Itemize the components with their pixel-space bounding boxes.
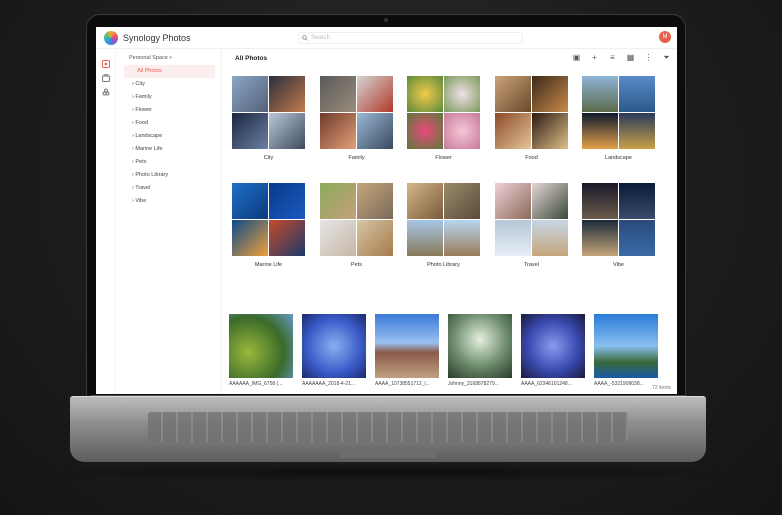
photo-caption: Johnny_3168878279... — [448, 381, 499, 387]
album-name: Photo Library — [427, 262, 460, 268]
keyboard — [148, 412, 628, 442]
album-name: City — [263, 155, 274, 161]
sidebar-item-family[interactable]: › Family — [116, 91, 221, 104]
album-thumbnail — [495, 76, 568, 149]
sidebar: Personal Space ▾ All Photos › City › Fam… — [116, 49, 222, 394]
album-name: Family — [348, 155, 365, 161]
album-name: Travel — [523, 262, 540, 268]
photos-icon[interactable] — [101, 55, 110, 68]
album-card-city[interactable]: City — [232, 76, 305, 161]
sidebar-item-label: Family — [135, 94, 152, 100]
album-name: Vibe — [613, 262, 624, 268]
album-card-family[interactable]: Family — [320, 76, 393, 161]
sidebar-item-all-photos[interactable]: All Photos — [124, 65, 215, 78]
photo-item[interactable]: AAAA_10738551712_l... — [375, 314, 439, 387]
photo-caption: AAAAAA_IMG_6758 (... — [229, 381, 283, 387]
calendar-icon[interactable]: ▦ — [626, 53, 635, 62]
photo-caption: AAAA_-5321909038... — [594, 381, 644, 387]
sidebar-item-vibe[interactable]: › Vibe — [116, 195, 221, 208]
photo-thumbnail — [375, 314, 439, 378]
filter-icon[interactable]: ⏷ — [662, 53, 671, 62]
album-card-photo-library[interactable]: Photo Library — [407, 183, 480, 268]
webcam — [384, 18, 388, 22]
album-card-food[interactable]: Food — [495, 76, 568, 161]
synology-photos-logo — [104, 30, 118, 45]
album-thumbnail — [582, 76, 655, 149]
photo-item[interactable]: AAAA_-5321909038... — [594, 314, 658, 387]
album-name: Pets — [350, 262, 362, 268]
sidebar-item-flower[interactable]: › Flower — [116, 104, 221, 117]
photo-caption: AAAA_62346101248... — [521, 381, 572, 387]
album-card-landscape[interactable]: Landscape — [582, 76, 655, 161]
sidebar-item-city[interactable]: › City — [116, 78, 221, 91]
search-icon — [302, 34, 308, 41]
app-title: Synology Photos — [123, 32, 191, 43]
space-selector[interactable]: Personal Space ▾ — [129, 55, 221, 65]
laptop-shadow — [40, 462, 740, 482]
album-thumbnail — [407, 183, 480, 256]
sidebar-item-label: Travel — [135, 185, 151, 191]
album-name: Landscape — [605, 155, 632, 161]
more-icon[interactable]: ⋮ — [644, 53, 653, 62]
album-thumbnail — [582, 183, 655, 256]
app-window: Synology Photos Search M Personal Space … — [96, 27, 677, 394]
photo-caption: AAAA_10738551712_l... — [375, 381, 430, 387]
people-icon[interactable] — [102, 83, 110, 96]
sidebar-item-label: Photo Library — [135, 172, 169, 178]
photo-thumbnail — [302, 314, 366, 378]
photo-item[interactable]: Johnny_3168878279... — [448, 314, 512, 387]
album-card-marine-life[interactable]: Marine Life — [232, 183, 305, 268]
add-icon[interactable]: + — [590, 53, 599, 62]
sidebar-item-label: Landscape — [135, 133, 163, 139]
space-label: Personal Space — [129, 55, 168, 61]
page-title: All Photos — [235, 55, 268, 62]
album-thumbnail — [495, 183, 568, 256]
album-card-vibe[interactable]: Vibe — [582, 183, 655, 268]
photo-item[interactable]: AAAAAA_IMG_6758 (... — [229, 314, 293, 387]
search-input[interactable]: Search — [298, 31, 523, 44]
toolbar: ▣ + ≡ ▦ ⋮ ⏷ — [572, 53, 671, 63]
album-name: Marine Life — [254, 262, 283, 268]
photo-thumbnail — [229, 314, 293, 378]
trackpad-notch — [340, 452, 436, 458]
sidebar-item-travel[interactable]: › Travel — [116, 182, 221, 195]
album-card-pets[interactable]: Pets — [320, 183, 393, 268]
sidebar-item-food[interactable]: › Food — [116, 117, 221, 130]
album-thumbnail — [407, 76, 480, 149]
sidebar-item-label: Vibe — [135, 198, 147, 204]
album-card-travel[interactable]: Travel — [495, 183, 568, 268]
slideshow-icon[interactable]: ▣ — [572, 53, 581, 62]
sidebar-item-marine-life[interactable]: › Marine Life — [116, 143, 221, 156]
sidebar-item-label: Food — [135, 120, 148, 126]
sidebar-item-label: Pets — [135, 159, 147, 165]
sidebar-item-label: Flower — [135, 107, 152, 113]
sidebar-item-photo-library[interactable]: › Photo Library — [116, 169, 221, 182]
album-thumbnail — [320, 76, 393, 149]
photo-caption: AAAAAAA_2018-4-21... — [302, 381, 356, 387]
photo-thumbnail — [594, 314, 658, 378]
sort-icon[interactable]: ≡ — [608, 53, 617, 62]
main-content: All Photos ▣ + ≡ ▦ ⋮ ⏷ City Family Flowe… — [229, 49, 677, 394]
album-name: Food — [525, 155, 538, 161]
photo-item[interactable]: AAAA_62346101248... — [521, 314, 585, 387]
album-thumbnail — [232, 76, 305, 149]
search-placeholder: Search — [311, 34, 331, 41]
sidebar-item-pets[interactable]: › Pets — [116, 156, 221, 169]
albums-icon[interactable] — [101, 69, 110, 82]
photo-thumbnail — [448, 314, 512, 378]
top-bar: Synology Photos Search M — [96, 27, 677, 49]
photo-item[interactable]: AAAAAAA_2018-4-21... — [302, 314, 366, 387]
avatar[interactable]: M — [659, 31, 671, 43]
album-name: Flower — [435, 155, 452, 161]
sidebar-item-label: Marine Life — [135, 146, 163, 152]
sidebar-item-landscape[interactable]: › Landscape — [116, 130, 221, 143]
album-card-flower[interactable]: Flower — [407, 76, 480, 161]
nav-rail — [96, 49, 116, 394]
album-thumbnail — [232, 183, 305, 256]
album-thumbnail — [320, 183, 393, 256]
photo-thumbnail — [521, 314, 585, 378]
chevron-down-icon: ▾ — [169, 55, 172, 61]
sidebar-item-label: City — [135, 81, 145, 87]
item-count: 72 items — [652, 385, 671, 391]
